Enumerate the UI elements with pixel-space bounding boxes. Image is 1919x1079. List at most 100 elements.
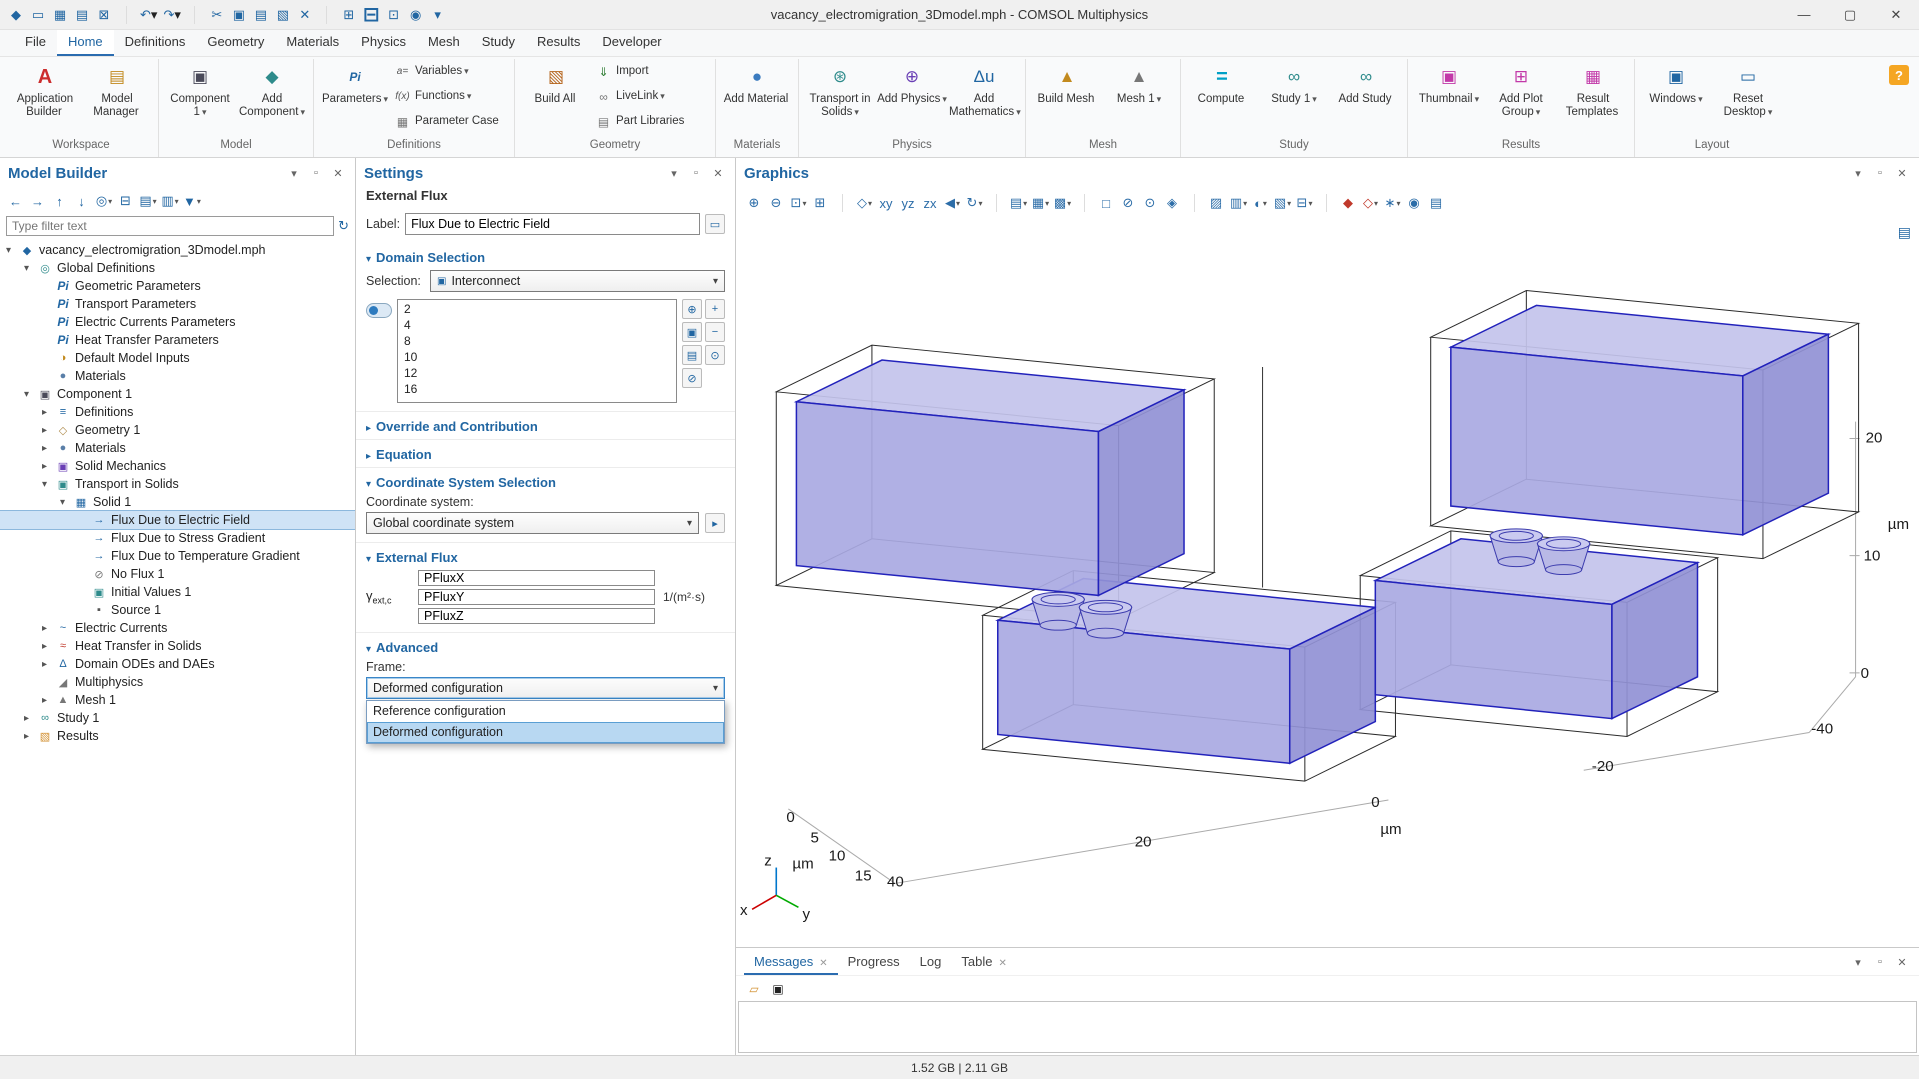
panel-header-button[interactable]: ✕ [1893,953,1911,971]
graphics-toolbar-button[interactable]: ⊞ [810,191,831,215]
pflux-x-input[interactable] [418,570,655,586]
selection-tool-button[interactable]: ⊙ [705,345,725,365]
toolbar-button[interactable]: ← [6,190,26,212]
tree-expander-icon[interactable] [24,263,37,274]
graphics-toolbar-button[interactable]: yz [898,191,919,215]
pflux-y-input[interactable] [418,589,655,605]
close-button[interactable] [1873,0,1919,29]
label-options-button[interactable] [705,214,725,234]
tree-item[interactable]: ▲ Mesh 1 [0,691,355,709]
graphics-toolbar-button[interactable]: ▤ [1426,191,1447,215]
section-external-flux[interactable]: External Flux [356,542,735,570]
tree-expander-icon[interactable] [42,407,55,418]
domain-list-item[interactable]: 16 [398,381,676,397]
qat-button[interactable]: ⊡ [384,4,404,26]
tree-item[interactable]: ◑ Default Model Inputs [0,349,355,367]
ribbon-button[interactable]: ▤ Part Libraries [592,109,710,134]
tree-item[interactable]: ▪ Source 1 [0,601,355,619]
graphics-toolbar-button[interactable]: ⊟ ▾ [1294,191,1315,215]
label-input[interactable] [405,213,700,235]
ribbon-tab[interactable]: Home [57,30,114,56]
ribbon-button[interactable]: ▣ Thumbnail▾ [1413,59,1485,136]
toolbar-button[interactable]: ↓ [72,190,92,212]
selection-tool-button[interactable]: ▣ [682,322,702,342]
graphics-toolbar-button[interactable]: □ [1096,191,1117,215]
tree-item[interactable]: ≈ Heat Transfer in Solids [0,637,355,655]
panel-header-button[interactable]: ▾ [1849,164,1867,182]
refresh-filter-button[interactable]: ↻ [338,218,349,234]
section-domain-selection[interactable]: Domain Selection [356,243,735,270]
ribbon-tab[interactable]: Results [526,30,591,56]
tree-expander-icon[interactable] [24,713,37,724]
graphics-canvas[interactable]: 20 µm 10 0 -40 -20 0 5 10 15 40 µm 20 0 [736,218,1919,947]
tree-item[interactable]: Pi Electric Currents Parameters [0,313,355,331]
tree-item[interactable]: Pi Transport Parameters [0,295,355,313]
panel-header-button[interactable]: ✕ [1893,164,1911,182]
tree-expander-icon[interactable] [42,479,55,490]
ribbon-tab[interactable]: Geometry [196,30,275,56]
ribbon-tab[interactable]: Developer [591,30,672,56]
frame-option[interactable]: Deformed configuration [367,722,724,743]
tree-item[interactable]: ▣ Solid Mechanics [0,457,355,475]
graphics-toolbar-button[interactable]: ↻ ▾ [964,191,985,215]
ribbon-button[interactable]: ⊛ Transport in Solids▾ [804,59,876,136]
graphics-toolbar-button[interactable]: xy [876,191,897,215]
selection-tool-button[interactable]: + [705,299,725,319]
toolbar-button[interactable]: ◎ ▾ [94,190,114,212]
tree-expander-icon[interactable] [42,695,55,706]
tab-log[interactable]: Log [910,950,952,975]
tab-progress[interactable]: Progress [838,950,910,975]
tree-item[interactable]: Δ Domain ODEs and DAEs [0,655,355,673]
qat-button[interactable] [185,4,205,26]
selection-tool-button[interactable]: ▤ [682,345,702,365]
tree-expander-icon[interactable] [42,641,55,652]
tree-item[interactable]: ◎ Global Definitions [0,259,355,277]
tree-item[interactable]: ⊘ No Flux 1 [0,565,355,583]
ribbon-button[interactable]: ⇓ Import [592,59,710,84]
tree-item[interactable]: ∞ Study 1 [0,709,355,727]
graphics-toolbar-button[interactable]: ◇ ▾ [854,191,875,215]
qat-button[interactable] [317,4,337,26]
domain-list-item[interactable]: 12 [398,365,676,381]
tree-expander-icon[interactable] [42,443,55,454]
ribbon-button[interactable]: ● Add Material [721,59,793,136]
qat-button[interactable]: ⊟ [361,4,382,26]
qat-button[interactable]: ▣ [229,4,249,26]
graphics-toolbar-button[interactable]: ▤ ▾ [1008,191,1029,215]
tree-item[interactable]: ▣ Component 1 [0,385,355,403]
ribbon-button[interactable]: ∞ Add Study [1330,59,1402,136]
qat-button[interactable] [116,4,136,26]
ribbon-button[interactable]: ▦ Parameter Case [391,109,509,134]
qat-button[interactable]: ✂ [207,4,227,26]
tree-item[interactable]: Pi Geometric Parameters [0,277,355,295]
ribbon-button[interactable]: Δu Add Mathematics▾ [948,59,1020,136]
tree-expander-icon[interactable] [24,389,37,400]
graphics-toolbar-button[interactable]: ◇ ▾ [1360,191,1381,215]
coordinate-system-select[interactable]: Global coordinate system [366,512,699,534]
tree-expander-icon[interactable] [42,425,55,436]
graphics-toolbar-button[interactable] [832,191,853,215]
graphics-toolbar-button[interactable]: ◈ [1162,191,1183,215]
panel-header-button[interactable]: ▫ [687,164,705,182]
qat-button[interactable]: ⊠ [94,4,114,26]
graphics-toolbar-button[interactable]: ▦ ▾ [1030,191,1051,215]
tree-expander-icon[interactable] [42,461,55,472]
tree-expander-icon[interactable] [6,245,19,256]
ribbon-button[interactable]: A Application Builder [9,59,81,136]
tab-table[interactable]: Table [951,950,1016,975]
filter-input[interactable] [6,216,334,236]
graphics-toolbar-button[interactable]: ▧ ▾ [1272,191,1293,215]
selection-tool-button[interactable]: ⊘ [682,368,702,388]
tree-item[interactable]: ▧ Results [0,727,355,745]
section-equation[interactable]: Equation [356,439,735,467]
ribbon-button[interactable]: f(x) Functions▾ [391,84,509,109]
close-tab-icon[interactable] [998,954,1006,969]
tree-expander-icon[interactable] [60,497,73,508]
panel-header-button[interactable]: ✕ [329,164,347,182]
qat-button[interactable]: ⊞ [339,4,359,26]
graphics-toolbar-button[interactable]: ⊙ [1140,191,1161,215]
go-to-source-button[interactable] [705,513,725,533]
ribbon-tab[interactable]: Physics [350,30,417,56]
graphics-toolbar-button[interactable]: ⊘ [1118,191,1139,215]
tree-expander-icon[interactable] [24,731,37,742]
